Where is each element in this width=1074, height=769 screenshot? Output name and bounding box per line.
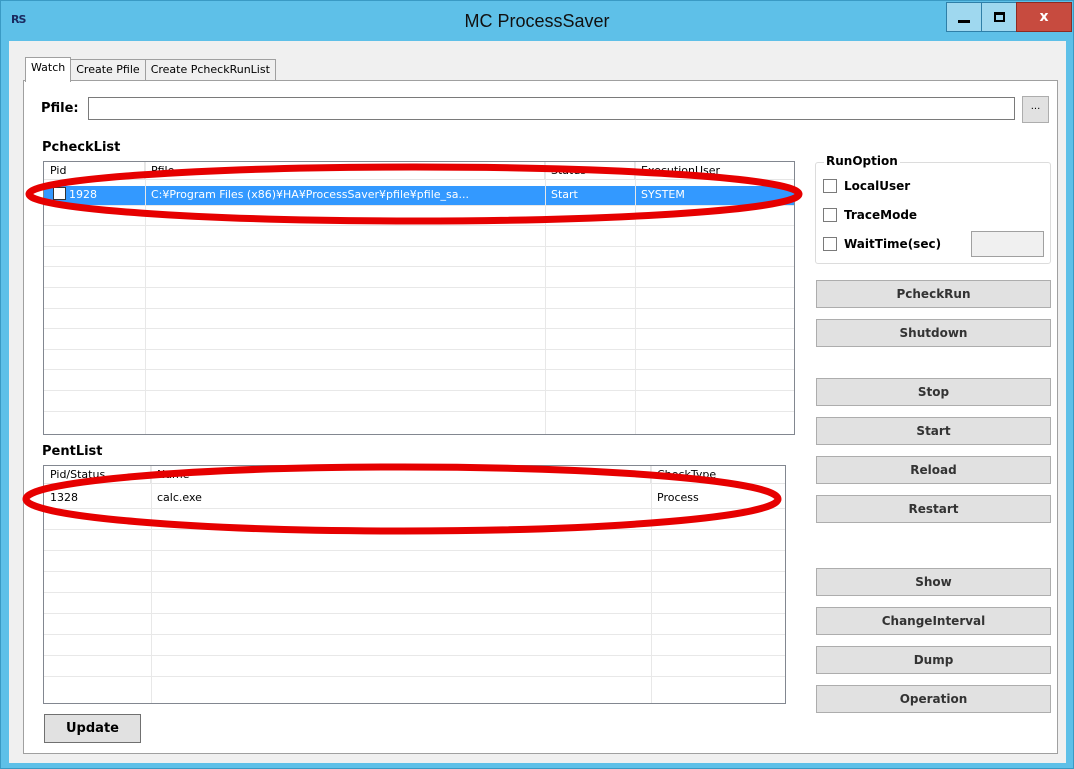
browse-button[interactable]: ... — [1022, 96, 1049, 123]
tab-watch[interactable]: Watch — [25, 57, 72, 82]
pchecklist-label: PcheckList — [42, 140, 121, 155]
changeinterval-button[interactable]: ChangeInterval — [816, 607, 1051, 635]
pfile-label: Pfile: — [41, 101, 79, 116]
close-button[interactable]: x — [1016, 2, 1072, 32]
maximize-button[interactable] — [981, 2, 1017, 32]
localuser-label: LocalUser — [844, 179, 911, 193]
tracemode-label: TraceMode — [844, 208, 918, 222]
start-button[interactable]: Start — [816, 417, 1051, 445]
tab-create-pfile[interactable]: Create Pfile — [70, 59, 146, 81]
dump-button[interactable]: Dump — [816, 646, 1051, 674]
pentlist-grid[interactable]: Pid/Status Name CheckType 1328 calc.exe … — [43, 465, 786, 704]
tab-create-pcheckrunlist[interactable]: Create PcheckRunList — [144, 59, 276, 81]
checkbox-box — [823, 179, 837, 193]
checkbox-box — [823, 208, 837, 222]
show-button[interactable]: Show — [816, 568, 1051, 596]
pchecklist-gridlines — [44, 162, 794, 434]
pcheckrun-button[interactable]: PcheckRun — [816, 280, 1051, 308]
minimize-icon — [958, 19, 970, 23]
title-bar[interactable]: RS MC ProcessSaver x — [1, 1, 1073, 41]
waittime-label: WaitTime(sec) — [844, 237, 942, 251]
checkbox-box — [823, 237, 837, 251]
tab-strip: Watch Create Pfile Create PcheckRunList — [25, 57, 276, 82]
shutdown-button[interactable]: Shutdown — [816, 319, 1051, 347]
waittime-checkbox[interactable]: WaitTime(sec) — [823, 237, 941, 251]
reload-button[interactable]: Reload — [816, 456, 1051, 484]
maximize-icon — [993, 12, 1005, 22]
close-icon: x — [1039, 9, 1049, 25]
update-button[interactable]: Update — [44, 714, 141, 743]
pentlist-label: PentList — [42, 444, 103, 459]
localuser-checkbox[interactable]: LocalUser — [823, 179, 910, 193]
pfile-input[interactable] — [88, 97, 1015, 120]
minimize-button[interactable] — [946, 2, 982, 32]
tracemode-checkbox[interactable]: TraceMode — [823, 208, 917, 222]
runoption-title: RunOption — [824, 154, 900, 168]
pentlist-gridlines — [44, 466, 785, 703]
stop-button[interactable]: Stop — [816, 378, 1051, 406]
operation-button[interactable]: Operation — [816, 685, 1051, 713]
waittime-input[interactable] — [971, 231, 1044, 257]
window-title: MC ProcessSaver — [464, 11, 610, 31]
restart-button[interactable]: Restart — [816, 495, 1051, 523]
pchecklist-grid[interactable]: Pid Pfile Status ExecutionUser 1928 C:¥P… — [43, 161, 795, 435]
